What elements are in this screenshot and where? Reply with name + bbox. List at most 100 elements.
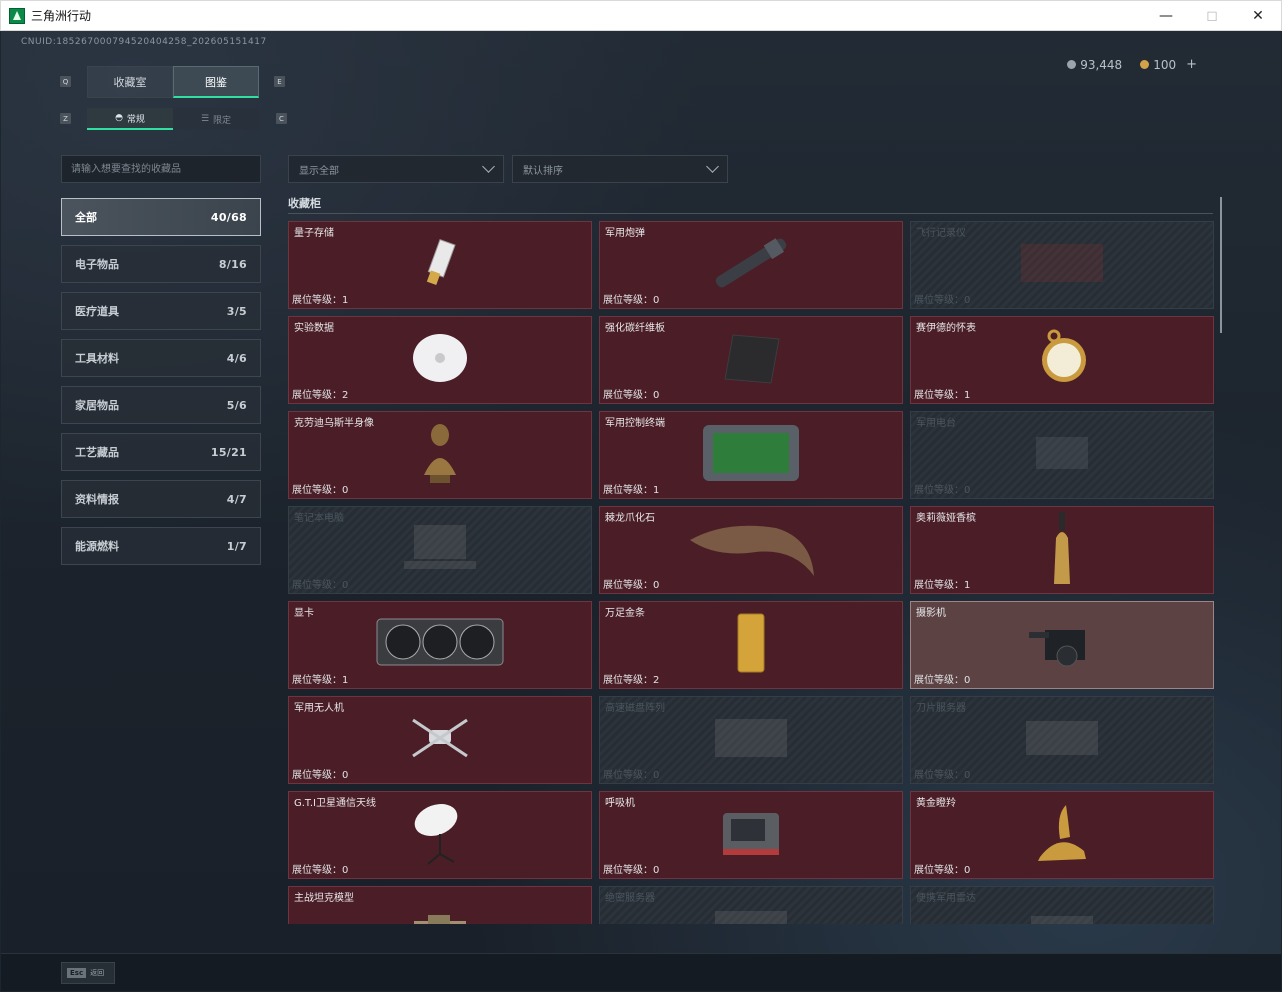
collection-item-card[interactable]: 奥莉薇娅香槟 展位等级：1 — [910, 506, 1214, 594]
display-filter-dropdown[interactable]: 显示全部 — [288, 155, 504, 183]
key-q-hint: Q — [60, 76, 71, 87]
item-display-level: 展位等级：1 — [292, 295, 349, 306]
category-label: 家居物品 — [75, 399, 119, 412]
drone-icon — [405, 712, 475, 768]
category-medical[interactable]: 医疗道具 3/5 — [61, 292, 261, 330]
collection-item-card[interactable]: 军用炮弹 展位等级：0 — [599, 221, 903, 309]
silver-coin-icon — [1067, 60, 1077, 69]
disk-array-icon — [711, 713, 791, 767]
game-area: CNUID:185267000794520404258_202605151417… — [1, 31, 1281, 991]
category-count: 4/6 — [226, 351, 247, 365]
tab-regular-label: 常规 — [126, 114, 145, 125]
item-name: 飞行记录仪 — [916, 228, 966, 239]
category-intel[interactable]: 资料情报 4/7 — [61, 480, 261, 518]
chevron-down-icon — [482, 160, 495, 173]
collection-item-card[interactable]: 呼吸机 展位等级：0 — [599, 791, 903, 879]
collection-item-card[interactable]: 主战坦克模型 — [288, 886, 592, 924]
item-display-level: 展位等级：1 — [292, 675, 349, 686]
item-name: G.T.I卫星通信天线 — [294, 798, 376, 809]
collection-item-card[interactable]: 克劳迪乌斯半身像 展位等级：0 — [288, 411, 592, 499]
main-tabs: 收藏室 图鉴 — [87, 66, 259, 98]
bottom-bar: Esc 返回 — [1, 953, 1281, 991]
category-crafts[interactable]: 工艺藏品 15/21 — [61, 433, 261, 471]
category-all[interactable]: 全部 40/68 — [61, 198, 261, 236]
collection-item-card[interactable]: 便携军用雷达 — [910, 886, 1214, 924]
currency-bar: 93,448 100 + — [1067, 57, 1197, 72]
search-input[interactable] — [61, 155, 261, 183]
minimize-button[interactable]: — — [1143, 1, 1189, 31]
collection-item-card[interactable]: 军用电台 展位等级：0 — [910, 411, 1214, 499]
limited-icon: ☰ — [200, 114, 210, 124]
category-electronics[interactable]: 电子物品 8/16 — [61, 245, 261, 283]
category-label: 电子物品 — [75, 258, 119, 271]
section-title: 收藏柜 — [288, 197, 321, 210]
item-display-level: 展位等级：0 — [603, 770, 660, 781]
category-label: 医疗道具 — [75, 305, 119, 318]
close-button[interactable]: ✕ — [1235, 1, 1281, 31]
collection-item-card[interactable]: 显卡 展位等级：1 — [288, 601, 592, 689]
sub-tabs: ◓ 常规 ☰ 限定 — [87, 108, 259, 130]
tab-regular[interactable]: ◓ 常规 — [87, 108, 173, 130]
item-display-level: 展位等级：2 — [292, 390, 349, 401]
item-name: 实验数据 — [294, 323, 334, 334]
item-display-level: 展位等级：1 — [914, 390, 971, 401]
collection-item-card[interactable]: 赛伊德的怀表 展位等级：1 — [910, 316, 1214, 404]
category-count: 15/21 — [210, 445, 247, 459]
collection-item-card[interactable]: 棘龙爪化石 展位等级：0 — [599, 506, 903, 594]
back-button[interactable]: Esc 返回 — [61, 962, 115, 984]
tab-limited[interactable]: ☰ 限定 — [173, 108, 259, 130]
item-display-level: 展位等级：0 — [914, 675, 971, 686]
category-household[interactable]: 家居物品 5/6 — [61, 386, 261, 424]
carbon-plate-icon — [721, 331, 781, 389]
maximize-button[interactable]: ◻ — [1189, 1, 1235, 31]
window-controls: — ◻ ✕ — [1143, 1, 1281, 31]
collection-item-card[interactable]: 摄影机 展位等级：0 — [910, 601, 1214, 689]
item-name: 军用控制终端 — [605, 418, 665, 429]
item-name: 绝密服务器 — [605, 893, 655, 904]
item-display-level: 展位等级：0 — [603, 295, 660, 306]
collection-item-card[interactable]: 绝密服务器 — [599, 886, 903, 924]
item-display-level: 展位等级：1 — [603, 485, 660, 496]
gold-currency: 100 + — [1140, 57, 1197, 72]
collection-item-card[interactable]: G.T.I卫星通信天线 展位等级：0 — [288, 791, 592, 879]
tab-catalog[interactable]: 图鉴 — [173, 66, 259, 98]
category-count: 3/5 — [226, 304, 247, 318]
category-label: 全部 — [75, 211, 97, 224]
item-name: 呼吸机 — [605, 798, 635, 809]
collection-item-card[interactable]: 军用控制终端 展位等级：1 — [599, 411, 903, 499]
category-count: 8/16 — [218, 257, 247, 271]
item-name: 万足金条 — [605, 608, 645, 619]
collection-item-card[interactable]: 军用无人机 展位等级：0 — [288, 696, 592, 784]
window-title: 三角洲行动 — [31, 9, 92, 23]
collection-item-card[interactable]: 飞行记录仪 展位等级：0 — [910, 221, 1214, 309]
server-icon — [711, 905, 791, 924]
silver-amount: 93,448 — [1080, 57, 1123, 72]
tank-icon — [410, 913, 470, 924]
sort-dropdown[interactable]: 默认排序 — [512, 155, 728, 183]
radio-icon — [1032, 433, 1092, 477]
tab-collection-room[interactable]: 收藏室 — [87, 66, 173, 98]
collection-item-card[interactable]: 黄金瞪羚 展位等级：0 — [910, 791, 1214, 879]
item-display-level: 展位等级：0 — [603, 390, 660, 401]
collection-item-card[interactable]: 量子存储 展位等级：1 — [288, 221, 592, 309]
grid-scrollbar[interactable] — [1220, 197, 1222, 333]
collection-item-card[interactable]: 刀片服务器 展位等级：0 — [910, 696, 1214, 784]
item-name: 主战坦克模型 — [294, 893, 354, 904]
collection-item-card[interactable]: 实验数据展位等级：2 — [288, 316, 592, 404]
category-tools[interactable]: 工具材料 4/6 — [61, 339, 261, 377]
category-sidebar: 全部 40/68 电子物品 8/16 医疗道具 3/5 工具材料 4/6 家居物品 5/6… — [61, 198, 261, 574]
app-logo-icon — [9, 7, 25, 24]
collection-item-card[interactable]: 高速磁盘阵列 展位等级：0 — [599, 696, 903, 784]
category-energy[interactable]: 能源燃料 1/7 — [61, 527, 261, 565]
item-name: 奥莉薇娅香槟 — [916, 513, 976, 524]
key-z-hint: Z — [60, 113, 71, 124]
item-name: 便携军用雷达 — [916, 893, 976, 904]
usb-icon — [420, 235, 460, 295]
add-currency-button[interactable]: + — [1186, 57, 1197, 72]
display-filter-value: 显示全部 — [299, 165, 339, 177]
category-count: 1/7 — [226, 539, 247, 553]
collection-item-card[interactable]: 强化碳纤维板 展位等级：0 — [599, 316, 903, 404]
regular-icon: ◓ — [115, 113, 123, 123]
collection-item-card[interactable]: 笔记本电脑 展位等级：0 — [288, 506, 592, 594]
collection-item-card[interactable]: 万足金条 展位等级：2 — [599, 601, 903, 689]
